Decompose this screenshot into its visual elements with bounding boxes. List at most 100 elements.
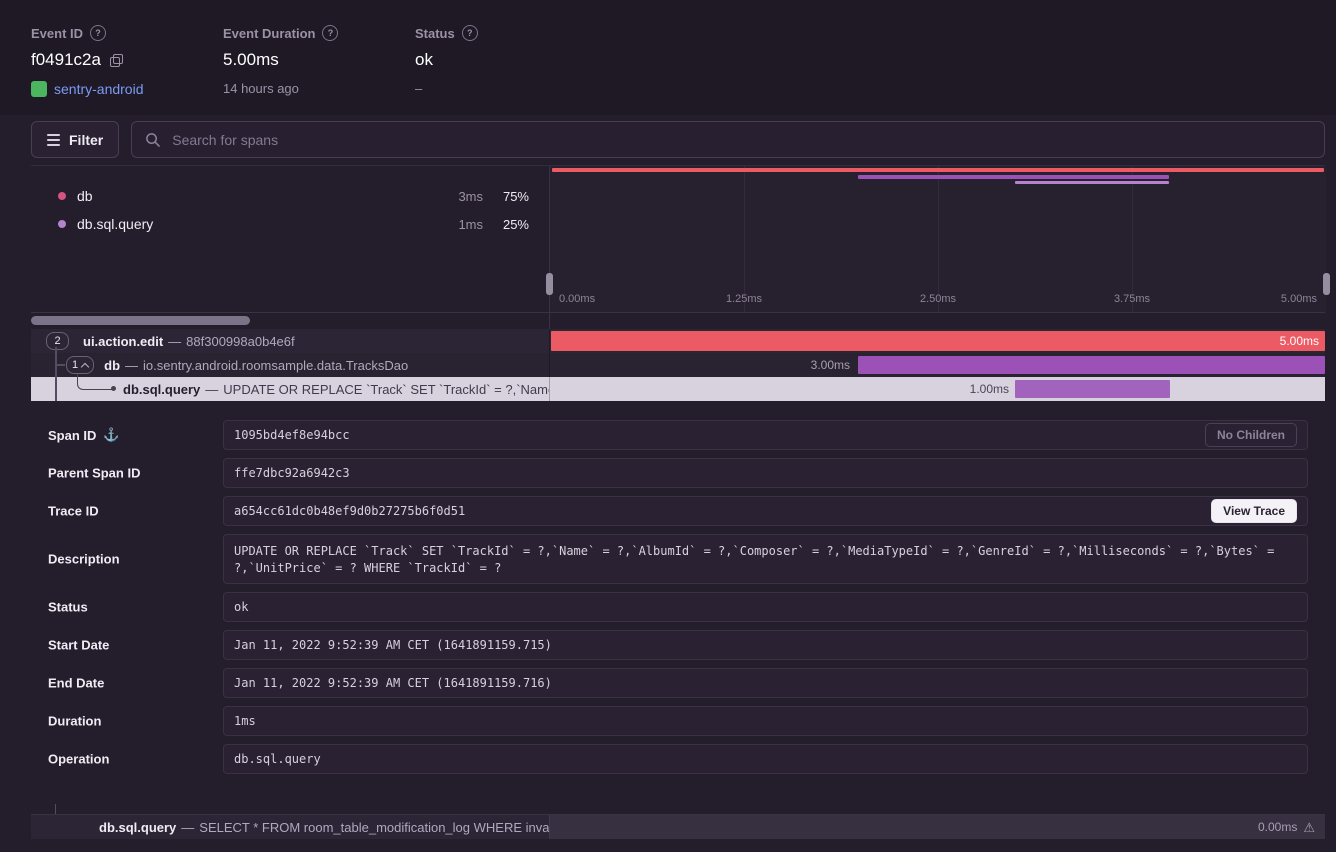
op-name: db [77, 188, 93, 204]
tree-guide-line [55, 347, 57, 401]
end-date-value: Jan 11, 2022 9:52:39 AM CET (1641891159.… [223, 668, 1308, 698]
operation-value: db.sql.query [223, 744, 1308, 774]
detail-row-end-date: End Date Jan 11, 2022 9:52:39 AM CET (16… [48, 668, 1308, 698]
op-breakdown-legend: db 3ms 75% db.sql.query 1ms 25% [31, 182, 549, 238]
horizontal-scrollbar[interactable] [31, 312, 1325, 330]
detail-row-duration: Duration 1ms [48, 706, 1308, 736]
span-op: db.sql.query [99, 820, 176, 835]
span-row-db-sql-query-footer[interactable]: db.sql.query — SELECT * FROM room_table_… [31, 814, 1325, 839]
span-row-ui-action-edit[interactable]: 2 ui.action.edit — 88f300998a0b4e6f 5.00… [31, 329, 1325, 353]
scrollbar-thumb[interactable] [31, 316, 250, 325]
viewport-handle-right[interactable] [1323, 273, 1330, 295]
gridline [938, 166, 939, 312]
detail-row-description: Description UPDATE OR REPLACE `Track` SE… [48, 534, 1308, 584]
children-count-badge[interactable]: 2 [46, 332, 69, 350]
detail-row-span-id: Span ID ⚓ 1095bd4ef8e94bcc No Children [48, 420, 1308, 450]
android-platform-icon [31, 81, 47, 97]
view-trace-button[interactable]: View Trace [1211, 499, 1297, 523]
span-duration-label: 1.00ms [970, 377, 1009, 401]
panel-divider [549, 312, 550, 329]
field-label: Operation [48, 752, 109, 767]
separator: — [168, 334, 181, 349]
spans-toolbar: Filter [31, 121, 1325, 158]
op-duration: 3ms [423, 189, 483, 204]
tree-guide-stub [56, 364, 65, 366]
op-name: db.sql.query [77, 216, 153, 232]
span-duration-bar [858, 356, 1325, 374]
detail-row-start-date: Start Date Jan 11, 2022 9:52:39 AM CET (… [48, 630, 1308, 660]
separator: — [205, 382, 218, 397]
event-time-ago: 14 hours ago [223, 81, 299, 96]
event-id-label: Event ID [31, 26, 83, 41]
span-op: db.sql.query [123, 382, 200, 397]
anchor-icon[interactable]: ⚓ [103, 427, 119, 443]
filter-button-label: Filter [69, 132, 103, 148]
span-op: db [104, 358, 120, 373]
event-duration-value: 5.00ms [223, 50, 279, 70]
span-search-box[interactable] [131, 121, 1325, 158]
start-date-value: Jan 11, 2022 9:52:39 AM CET (1641891159.… [223, 630, 1308, 660]
warning-icon[interactable]: ⚠ [1303, 821, 1315, 834]
viewport-handle-left[interactable] [546, 273, 553, 295]
event-duration-column: Event Duration ? 5.00ms 14 hours ago [223, 25, 338, 96]
time-tick: 0.00ms [559, 293, 595, 305]
minimap-bar-db [858, 175, 1169, 179]
status-secondary: – [415, 81, 422, 96]
minimap-bar-db-sql-query [1015, 181, 1169, 184]
search-icon [145, 132, 160, 147]
separator: — [181, 820, 194, 835]
time-tick: 5.00ms [1281, 293, 1317, 305]
op-color-dot [58, 220, 66, 228]
help-icon[interactable]: ? [90, 25, 106, 41]
span-op: ui.action.edit [83, 334, 163, 349]
time-tick: 2.50ms [920, 293, 956, 305]
filter-button[interactable]: Filter [31, 121, 119, 158]
collapse-toggle-badge[interactable]: 1 [66, 356, 94, 374]
detail-row-trace-id: Trace ID a654cc61dc0b48ef9d0b27275b6f0d5… [48, 496, 1308, 526]
status-field-value: ok [223, 592, 1308, 622]
copy-icon[interactable] [110, 54, 123, 67]
span-description: 88f300998a0b4e6f [186, 334, 294, 349]
status-column: Status ? ok – [415, 25, 478, 96]
tree-connector-dot [111, 386, 116, 391]
description-value: UPDATE OR REPLACE `Track` SET `TrackId` … [223, 534, 1308, 584]
minimap-chart[interactable]: 0.00ms 1.25ms 2.50ms 3.75ms 5.00ms [549, 166, 1326, 312]
detail-row-status: Status ok [48, 592, 1308, 622]
span-row-db[interactable]: 1 db — io.sentry.android.roomsample.data… [31, 353, 1325, 377]
field-label: Parent Span ID [48, 466, 140, 481]
project-link[interactable]: sentry-android [54, 81, 144, 97]
help-icon[interactable]: ? [462, 25, 478, 41]
field-label: Description [48, 552, 120, 567]
status-label: Status [415, 26, 455, 41]
event-id-column: Event ID ? f0491c2a sentry-android [31, 25, 144, 97]
detail-row-parent-span-id: Parent Span ID ffe7dbc92a6942c3 [48, 458, 1308, 488]
separator: — [125, 358, 138, 373]
field-label: End Date [48, 676, 104, 691]
trace-minimap-section: db 3ms 75% db.sql.query 1ms 25% 0.00ms 1… [31, 165, 1325, 313]
span-description: UPDATE OR REPLACE `Track` SET `TrackId` … [223, 382, 549, 397]
tree-elbow-connector [77, 374, 112, 390]
span-duration-label: 3.00ms [811, 353, 850, 377]
span-id-value: 1095bd4ef8e94bcc No Children [223, 420, 1308, 450]
span-duration-bar [1015, 380, 1170, 398]
parent-span-id-value: ffe7dbc92a6942c3 [223, 458, 1308, 488]
time-tick: 1.25ms [726, 293, 762, 305]
span-row-db-sql-query-selected[interactable]: db.sql.query — UPDATE OR REPLACE `Track`… [31, 377, 1325, 401]
event-duration-label: Event Duration [223, 26, 315, 41]
span-waterfall: 2 ui.action.edit — 88f300998a0b4e6f 5.00… [31, 329, 1325, 401]
field-label: Span ID [48, 428, 96, 443]
detail-row-operation: Operation db.sql.query [48, 744, 1308, 774]
span-search-input[interactable] [170, 131, 1311, 149]
status-value: ok [415, 50, 433, 70]
help-icon[interactable]: ? [322, 25, 338, 41]
field-label: Start Date [48, 638, 109, 653]
legend-row-db[interactable]: db 3ms 75% [31, 182, 549, 210]
minimap-bar-ui-action-edit [552, 168, 1324, 172]
time-tick: 3.75ms [1114, 293, 1150, 305]
event-header: Event ID ? f0491c2a sentry-android Event… [0, 0, 1336, 115]
field-label: Status [48, 600, 88, 615]
chevron-up-icon [81, 362, 89, 370]
field-label: Trace ID [48, 504, 99, 519]
op-percent: 25% [483, 217, 529, 232]
legend-row-db-sql-query[interactable]: db.sql.query 1ms 25% [31, 210, 549, 238]
